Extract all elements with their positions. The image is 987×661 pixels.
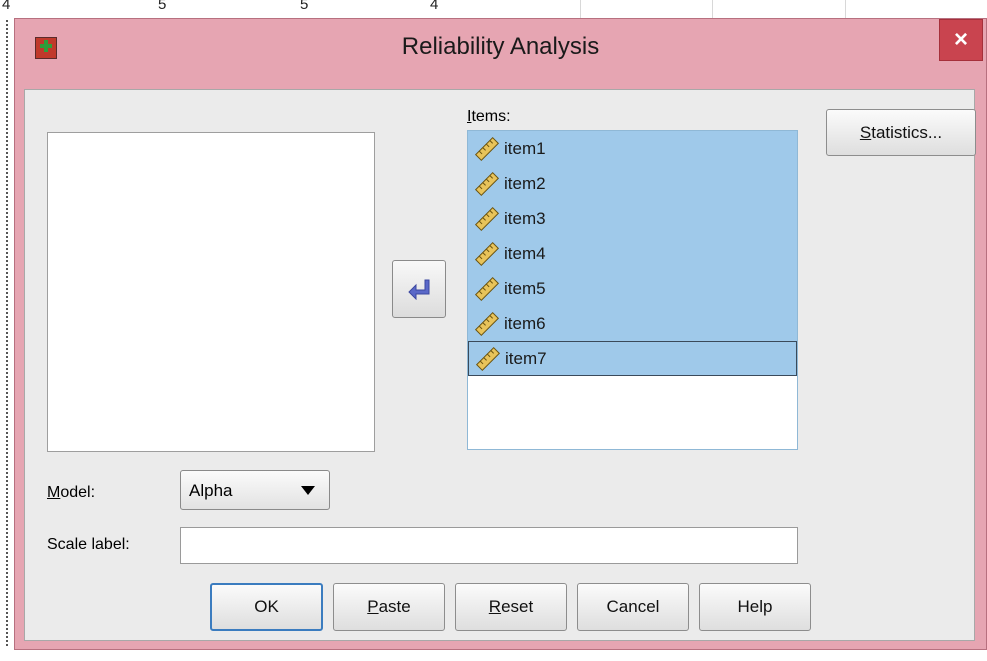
items-list-row[interactable]: item4: [468, 236, 797, 271]
ruler-gridline: [845, 0, 846, 18]
item-label: item4: [504, 243, 546, 263]
scale-ruler-icon: [474, 206, 500, 231]
scale-label-label: Scale label:: [47, 536, 130, 553]
scale-ruler-icon: [475, 346, 501, 371]
items-list-row[interactable]: item6: [468, 306, 797, 341]
scale-ruler-icon: [474, 241, 500, 266]
ruler-tick: 5: [158, 0, 167, 13]
item-label: item5: [504, 278, 546, 298]
reliability-analysis-dialog: Reliability Analysis × Items: item1 item…: [14, 18, 987, 650]
model-selected-value: Alpha: [189, 481, 233, 500]
statistics-button[interactable]: Statistics...: [826, 109, 976, 156]
ruler-tick: 4: [2, 0, 11, 13]
model-dropdown[interactable]: Alpha: [180, 470, 330, 510]
move-variable-button[interactable]: [392, 260, 446, 318]
item-label: item3: [504, 208, 546, 228]
items-label: Items:: [467, 108, 511, 125]
ok-button[interactable]: OK: [210, 583, 323, 631]
item-label: item2: [504, 173, 546, 193]
item-label: item1: [504, 138, 546, 158]
scale-ruler-icon: [474, 136, 500, 161]
items-list-row[interactable]: item3: [468, 201, 797, 236]
item-label: item7: [505, 348, 547, 368]
close-button[interactable]: ×: [939, 19, 983, 61]
items-list-row[interactable]: item2: [468, 166, 797, 201]
cancel-button[interactable]: Cancel: [577, 583, 689, 631]
model-label: Model:: [47, 484, 96, 501]
paste-button[interactable]: Paste: [333, 583, 445, 631]
help-button[interactable]: Help: [699, 583, 811, 631]
items-list-row[interactable]: item5: [468, 271, 797, 306]
item-label: item6: [504, 313, 546, 333]
scale-label-input[interactable]: [180, 527, 798, 564]
ruler-gridline: [580, 0, 581, 18]
dialog-title: Reliability Analysis: [401, 33, 600, 60]
ruler-gridline: [712, 0, 713, 18]
source-variable-list[interactable]: [47, 132, 375, 452]
items-list[interactable]: item1 item2 item3 item4 item5 item6 item…: [467, 130, 798, 450]
items-list-row[interactable]: item1: [468, 131, 797, 166]
arrow-left-icon: [408, 279, 430, 300]
items-list-row[interactable]: item7: [468, 341, 797, 376]
scale-ruler-icon: [474, 171, 500, 196]
dialog-body: Items: item1 item2 item3 item4 item5 ite…: [24, 89, 976, 641]
title-bar[interactable]: Reliability Analysis ×: [15, 19, 986, 87]
dropdown-caret-icon: [301, 486, 315, 495]
scale-ruler-icon: [474, 311, 500, 336]
reset-button[interactable]: Reset: [455, 583, 567, 631]
background-ruler: 4 5 5 4: [0, 0, 987, 18]
background-dotted-border: [6, 20, 10, 650]
ruler-tick: 4: [430, 0, 439, 13]
scale-ruler-icon: [474, 276, 500, 301]
ruler-tick: 5: [300, 0, 309, 13]
